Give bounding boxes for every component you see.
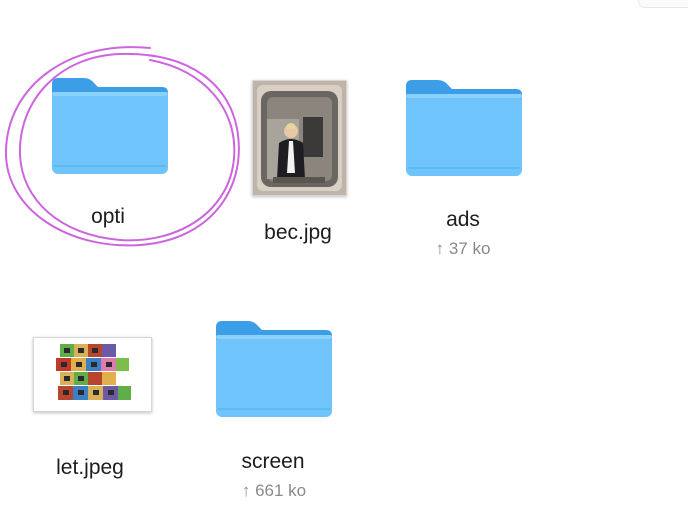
toy-blocks-icon <box>34 338 151 411</box>
file-name: screen <box>241 450 305 473</box>
window-corner <box>638 0 688 8</box>
folder-icon <box>52 78 168 174</box>
file-name: let.jpeg <box>56 456 124 479</box>
image-thumbnail <box>252 80 347 196</box>
photo-thumbnail-icon <box>253 81 346 195</box>
file-name: bec.jpg <box>264 221 332 244</box>
file-size-status: ↑ 661 ko <box>241 481 307 500</box>
file-name: ads <box>446 208 480 231</box>
folder-icon <box>216 321 332 417</box>
folder-icon <box>406 80 522 176</box>
file-name: opti <box>91 205 125 228</box>
file-size-status: ↑ 37 ko <box>435 239 491 258</box>
image-thumbnail <box>33 337 152 412</box>
